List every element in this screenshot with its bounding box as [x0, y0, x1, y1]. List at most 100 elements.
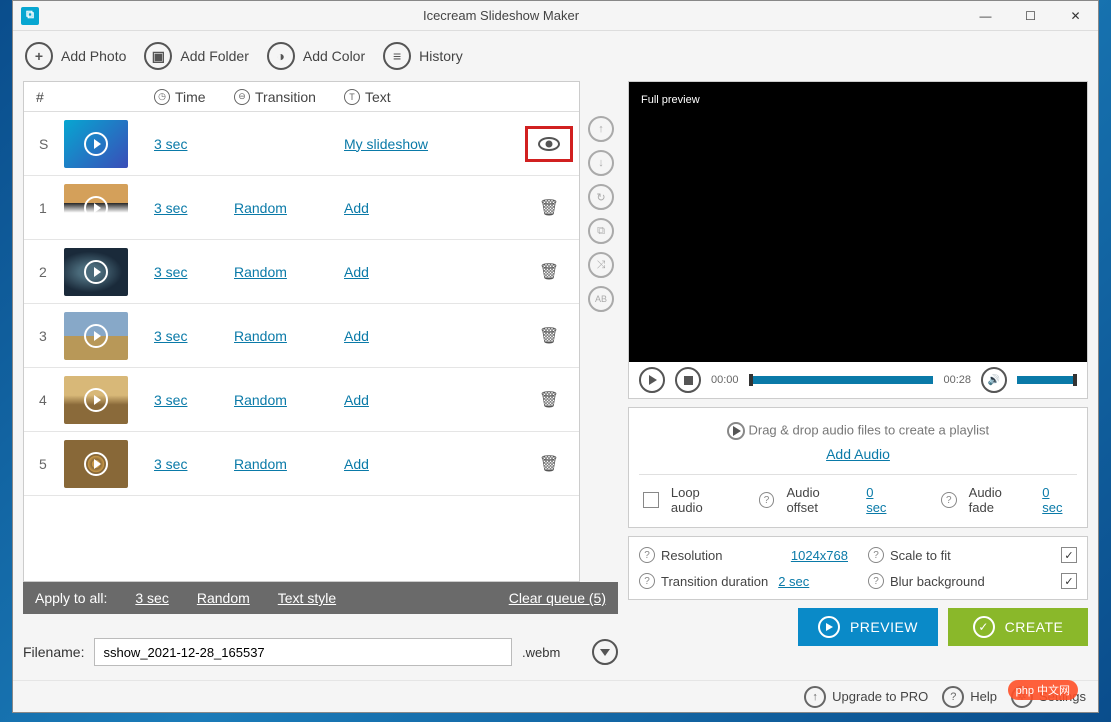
preview-slide-button[interactable]	[525, 126, 573, 162]
time-link[interactable]: 3 sec	[154, 136, 234, 152]
move-up-button[interactable]: ↑	[588, 116, 614, 142]
delete-button[interactable]: 🗑	[539, 262, 559, 282]
table-row[interactable]: 3 3 sec Random Add 🗑	[24, 304, 579, 368]
minimize-button[interactable]: —	[963, 1, 1008, 31]
volume-bar[interactable]	[1017, 376, 1077, 384]
ab-button[interactable]: AB	[588, 286, 614, 312]
table-header: # ◷Time ⊖Transition TText	[24, 82, 579, 112]
loop-audio-label: Loop audio	[671, 485, 735, 515]
filename-input[interactable]	[94, 638, 512, 666]
duplicate-button[interactable]: ⧉	[588, 218, 614, 244]
preview-button[interactable]: PREVIEW	[798, 608, 938, 646]
transition-link[interactable]: Random	[234, 456, 344, 472]
duration-label: Transition duration	[661, 574, 768, 589]
help-icon[interactable]: ?	[941, 492, 957, 508]
slide-thumbnail[interactable]	[64, 248, 128, 296]
transition-link[interactable]: Random	[234, 200, 344, 216]
resolution-value[interactable]: 1024x768	[791, 548, 848, 563]
shuffle-button[interactable]: ⤨	[588, 252, 614, 278]
audio-fade-value[interactable]: 0 sec	[1042, 485, 1073, 515]
help-icon[interactable]: ?	[868, 547, 884, 563]
help-icon[interactable]: ?	[759, 492, 775, 508]
upgrade-link[interactable]: ↑ Upgrade to PRO	[804, 686, 928, 708]
history-button[interactable]: ≡ History	[383, 42, 463, 70]
table-row[interactable]: 2 3 sec Random Add 🗑	[24, 240, 579, 304]
time-link[interactable]: 3 sec	[154, 264, 234, 280]
transition-link[interactable]: Random	[234, 264, 344, 280]
main-toolbar: + Add Photo ▣ Add Folder ◑ Add Color ≡ H…	[13, 31, 1098, 81]
seek-bar[interactable]	[749, 376, 934, 384]
add-photo-button[interactable]: + Add Photo	[25, 42, 126, 70]
time-link[interactable]: 3 sec	[154, 328, 234, 344]
text-link[interactable]: Add	[344, 328, 519, 344]
move-down-button[interactable]: ↓	[588, 150, 614, 176]
time-link[interactable]: 3 sec	[154, 392, 234, 408]
play-button[interactable]	[639, 367, 665, 393]
resolution-label: Resolution	[661, 548, 722, 563]
slide-thumbnail[interactable]	[64, 440, 128, 488]
time-link[interactable]: 3 sec	[154, 200, 234, 216]
delete-button[interactable]: 🗑	[539, 326, 559, 346]
maximize-button[interactable]: ☐	[1008, 1, 1053, 31]
slide-thumbnail[interactable]	[64, 120, 128, 168]
format-dropdown[interactable]	[592, 639, 618, 665]
add-folder-button[interactable]: ▣ Add Folder	[144, 42, 248, 70]
add-color-button[interactable]: ◑ Add Color	[267, 42, 365, 70]
delete-button[interactable]: 🗑	[539, 454, 559, 474]
play-icon	[84, 260, 108, 284]
arrow-up-icon: ↑	[804, 686, 826, 708]
help-icon[interactable]: ?	[639, 547, 655, 563]
table-row[interactable]: S 3 sec My slideshow	[24, 112, 579, 176]
slide-thumbnail[interactable]	[64, 312, 128, 360]
audio-offset-label: Audio offset	[786, 485, 854, 515]
rotate-button[interactable]: ↻	[588, 184, 614, 210]
scale-checkbox[interactable]: ✓	[1061, 547, 1077, 563]
palette-icon: ◑	[267, 42, 295, 70]
slide-thumbnail[interactable]	[64, 184, 128, 232]
text-link[interactable]: Add	[344, 264, 519, 280]
time-link[interactable]: 3 sec	[154, 456, 234, 472]
help-icon[interactable]: ?	[639, 573, 655, 589]
table-row[interactable]: 1 3 sec Random Add 🗑	[24, 176, 579, 240]
action-buttons-row: PREVIEW CREATE	[628, 608, 1088, 646]
blur-checkbox[interactable]: ✓	[1061, 573, 1077, 589]
watermark-badge: php 中文网	[1008, 680, 1078, 700]
close-button[interactable]: ✕	[1053, 1, 1098, 31]
apply-time-link[interactable]: 3 sec	[135, 590, 168, 606]
apply-text-style-link[interactable]: Text style	[278, 590, 336, 606]
text-link[interactable]: Add	[344, 392, 519, 408]
app-title: Icecream Slideshow Maker	[39, 8, 963, 23]
help-icon[interactable]: ?	[868, 573, 884, 589]
create-button[interactable]: CREATE	[948, 608, 1088, 646]
loop-audio-checkbox[interactable]	[643, 492, 659, 508]
play-icon	[84, 324, 108, 348]
audio-offset-value[interactable]: 0 sec	[866, 485, 897, 515]
text-link[interactable]: My slideshow	[344, 136, 519, 152]
play-icon	[84, 452, 108, 476]
app-window: ⧉ Icecream Slideshow Maker — ☐ ✕ + Add P…	[12, 0, 1099, 713]
table-row[interactable]: 5 3 sec Random Add 🗑	[24, 432, 579, 496]
help-link[interactable]: ? Help	[942, 686, 997, 708]
text-link[interactable]: Add	[344, 200, 519, 216]
delete-button[interactable]: 🗑	[539, 390, 559, 410]
text-link[interactable]: Add	[344, 456, 519, 472]
table-row[interactable]: 4 3 sec Random Add 🗑	[24, 368, 579, 432]
audio-drop-hint: Drag & drop audio files to create a play…	[639, 418, 1077, 446]
apply-transition-link[interactable]: Random	[197, 590, 250, 606]
blur-label: Blur background	[890, 574, 985, 589]
transition-link[interactable]: Random	[234, 328, 344, 344]
col-time: ◷Time	[154, 89, 234, 105]
stop-button[interactable]	[675, 367, 701, 393]
transition-link[interactable]: Random	[234, 392, 344, 408]
col-transition: ⊖Transition	[234, 89, 344, 105]
video-preview-area[interactable]: Full preview	[629, 82, 1087, 362]
add-audio-link[interactable]: Add Audio	[826, 446, 890, 462]
playback-controls: 00:00 00:28 🔊	[629, 362, 1087, 398]
clock-icon: ◷	[154, 89, 170, 105]
volume-button[interactable]: 🔊	[981, 367, 1007, 393]
clear-queue-link[interactable]: Clear queue (5)	[509, 590, 606, 606]
slide-thumbnail[interactable]	[64, 376, 128, 424]
duration-value[interactable]: 2 sec	[778, 574, 809, 589]
folder-icon: ▣	[144, 42, 172, 70]
delete-button[interactable]: 🗑	[539, 198, 559, 218]
